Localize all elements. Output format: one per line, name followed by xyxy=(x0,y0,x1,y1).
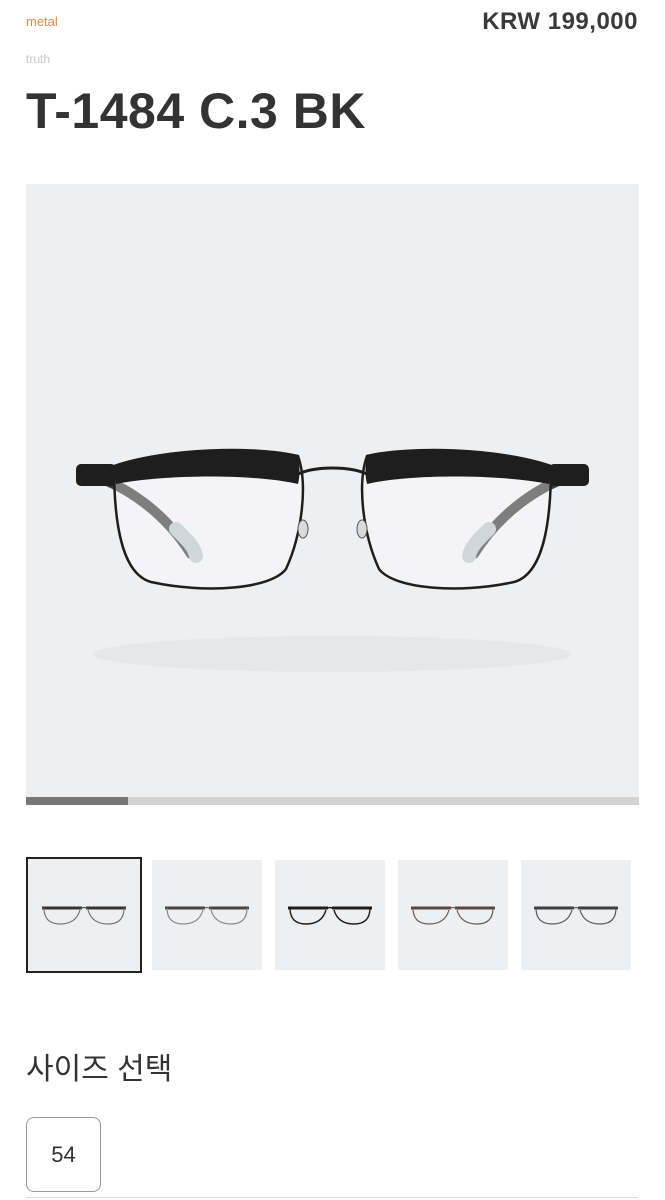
gallery-scrollbar-thumb[interactable] xyxy=(26,797,129,805)
divider xyxy=(26,1197,638,1198)
product-price: KRW 199,000 xyxy=(482,8,638,35)
thumbnail-3[interactable] xyxy=(275,860,385,970)
eyeglasses-icon xyxy=(165,906,249,925)
product-category: metal xyxy=(26,14,58,29)
eyeglasses-icon xyxy=(411,906,495,925)
eyeglasses-icon xyxy=(534,906,618,925)
thumbnail-strip xyxy=(26,857,638,973)
main-product-image[interactable] xyxy=(26,184,639,797)
gallery-scrollbar[interactable] xyxy=(26,797,639,805)
product-brand: truth xyxy=(26,52,51,66)
thumbnail-4[interactable] xyxy=(398,860,508,970)
eyeglasses-icon xyxy=(76,448,589,672)
eyeglasses-icon xyxy=(42,906,126,925)
product-title: T-1484 C.3 BK xyxy=(26,83,366,139)
eyeglasses-icon xyxy=(288,906,372,925)
thumbnail-1[interactable] xyxy=(26,857,142,973)
thumbnail-2[interactable] xyxy=(152,860,262,970)
size-option-54[interactable]: 54 xyxy=(26,1117,101,1192)
size-select-heading: 사이즈 선택 xyxy=(26,1053,173,1086)
thumbnail-5[interactable] xyxy=(521,860,631,970)
